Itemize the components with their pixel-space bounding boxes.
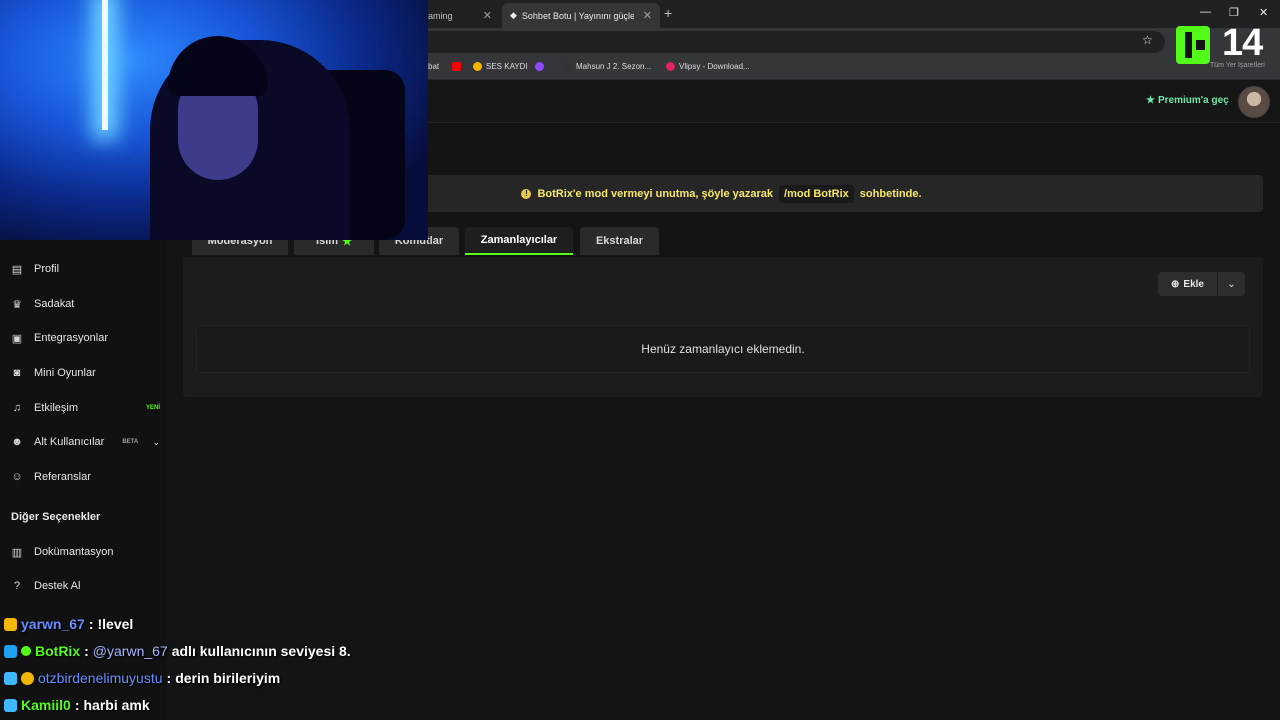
music-icon: ♫ xyxy=(12,402,22,414)
webcam-overlay xyxy=(0,0,428,240)
bookmark-favicon-icon xyxy=(473,62,482,71)
sidebar-item-entegrasyonlar[interactable]: ▣ Entegrasyonlar xyxy=(10,328,160,348)
sidebar-item-mini-oyunlar[interactable]: ◙ Mini Oyunlar xyxy=(10,363,160,383)
maximize-icon[interactable]: ❐ xyxy=(1229,6,1239,19)
close-icon[interactable]: ✕ xyxy=(483,9,492,22)
window-close-icon[interactable]: ✕ xyxy=(1259,6,1268,19)
add-timer-button[interactable]: ⊕ Ekle xyxy=(1158,272,1217,296)
plug-icon: ▣ xyxy=(11,332,23,345)
sidebar-item-alt-kullanicilar[interactable]: ☻ Alt Kullanıcılar BETA ⌄ xyxy=(10,432,160,452)
youtube-icon[interactable] xyxy=(452,62,461,71)
chat-message: otzbirdenelimuyustu : derin birileriyim xyxy=(4,666,280,690)
empty-state-text: Henüz zamanlayıcı eklemedin. xyxy=(641,342,805,356)
sidebar-item-destek-al[interactable]: ? Destek Al xyxy=(10,576,160,596)
channel-logo-overlay: 14 xyxy=(1170,22,1274,70)
browser-tab-title: aming xyxy=(428,10,453,21)
bookmark-item[interactable]: Mahsun J 2. Sezon... xyxy=(563,62,651,71)
chat-message: Kamiil0 : harbi amk xyxy=(4,693,150,717)
chevron-down-icon: ⌄ xyxy=(1227,278,1236,290)
gem-badge-icon xyxy=(4,671,17,685)
add-label: Ekle xyxy=(1183,278,1204,290)
logo-number: 14 xyxy=(1222,22,1263,64)
minimize-icon[interactable]: — xyxy=(1200,6,1211,18)
users-icon: ☻ xyxy=(11,436,23,448)
kick-logo-icon xyxy=(1176,26,1210,64)
bookmark-item[interactable]: Vlipsy - Download... xyxy=(666,62,750,71)
chat-message: yarwn_67 : !level xyxy=(4,612,133,636)
book-icon: ▥ xyxy=(11,546,23,559)
tab-ekstralar[interactable]: Ekstralar xyxy=(580,227,659,255)
bookmark-item[interactable]: SES KAYDI xyxy=(473,62,528,71)
chat-text: harbi amk xyxy=(83,697,150,713)
gem-badge-icon xyxy=(4,698,17,712)
sidebar-section-title: Diğer Seçenekler xyxy=(11,511,101,523)
sidebar-item-referanslar[interactable]: ☺ Referanslar xyxy=(10,467,160,487)
browser-tab-active[interactable]: ◆ Sohbet Botu | Yayınını güçlendir ✕ xyxy=(502,3,660,28)
add-dropdown-button[interactable]: ⌄ xyxy=(1218,272,1245,296)
trophy-icon: ♛ xyxy=(12,298,22,311)
led-light xyxy=(102,0,108,130)
verified-badge-icon xyxy=(21,646,31,656)
browser-tab-title: Sohbet Botu | Yayınını güçlendir xyxy=(521,10,634,21)
banner-prefix: BotRix'e mod vermeyi unutma, şöyle yazar… xyxy=(537,187,774,200)
star-icon: ★ xyxy=(1146,95,1155,106)
chat-message: BotRix : @yarwn_67 adlı kullanıcının sev… xyxy=(4,639,351,663)
bot-badge-icon xyxy=(4,644,17,658)
banner-command: /mod BotRix xyxy=(779,184,854,203)
close-icon[interactable]: ✕ xyxy=(643,9,652,22)
question-icon: ? xyxy=(13,580,21,592)
browser-tab[interactable]: aming ✕ xyxy=(420,3,500,28)
chat-username: otzbirdenelimuyustu xyxy=(38,670,163,686)
id-card-icon: ▤ xyxy=(11,263,23,276)
premium-label: Premium'a geç xyxy=(1157,95,1229,106)
premium-button[interactable]: ★ Premium'a geç xyxy=(1146,95,1229,106)
crown-badge-icon xyxy=(4,617,17,631)
empty-state: Henüz zamanlayıcı eklemedin. xyxy=(196,325,1250,373)
site-favicon-icon: ◆ xyxy=(510,10,517,20)
avatar[interactable] xyxy=(1238,86,1270,118)
warning-icon: ! xyxy=(521,188,532,199)
gamepad-icon: ◙ xyxy=(13,367,21,379)
bookmark-favicon-icon xyxy=(563,62,572,71)
bookmark-favicon-icon xyxy=(666,62,675,71)
plus-circle-icon: ⊕ xyxy=(1171,278,1180,290)
chat-text: adlı kullanıcının seviyesi 8. xyxy=(171,643,351,659)
chevron-down-icon[interactable]: ⌄ xyxy=(152,437,160,448)
tab-zamanlayicilar[interactable]: Zamanlayıcılar xyxy=(465,227,573,255)
sidebar-item-etkilesim[interactable]: ♫ Etkileşim YENİ xyxy=(10,398,160,418)
chat-username: yarwn_67 xyxy=(21,616,85,632)
user-friends-icon: ☺ xyxy=(11,471,23,483)
twitch-icon[interactable] xyxy=(535,62,544,71)
sidebar-item-dokumantasyon[interactable]: ▥ Dokümantasyon xyxy=(10,542,160,562)
chat-text: !level xyxy=(97,616,134,632)
beta-badge: BETA xyxy=(122,439,139,445)
new-badge: YENİ xyxy=(145,405,160,411)
sidebar-item-profil[interactable]: ▤ Profil xyxy=(10,259,160,279)
sidebar-item-sadakat[interactable]: ♛ Sadakat xyxy=(10,294,160,314)
chat-text: derin birileriyim xyxy=(175,670,281,686)
new-tab-icon[interactable]: + xyxy=(664,5,672,21)
bookmark-item[interactable]: bat xyxy=(428,62,439,71)
sub-badge-icon xyxy=(21,671,34,685)
bookmark-star-icon[interactable]: ☆ xyxy=(1142,33,1153,47)
banner-suffix: sohbetinde. xyxy=(859,187,922,200)
chat-username: Kamiil0 xyxy=(21,697,71,713)
chat-username: BotRix xyxy=(35,643,81,659)
chat-mention: @yarwn_67 xyxy=(92,643,168,659)
url-input[interactable] xyxy=(420,31,1165,53)
